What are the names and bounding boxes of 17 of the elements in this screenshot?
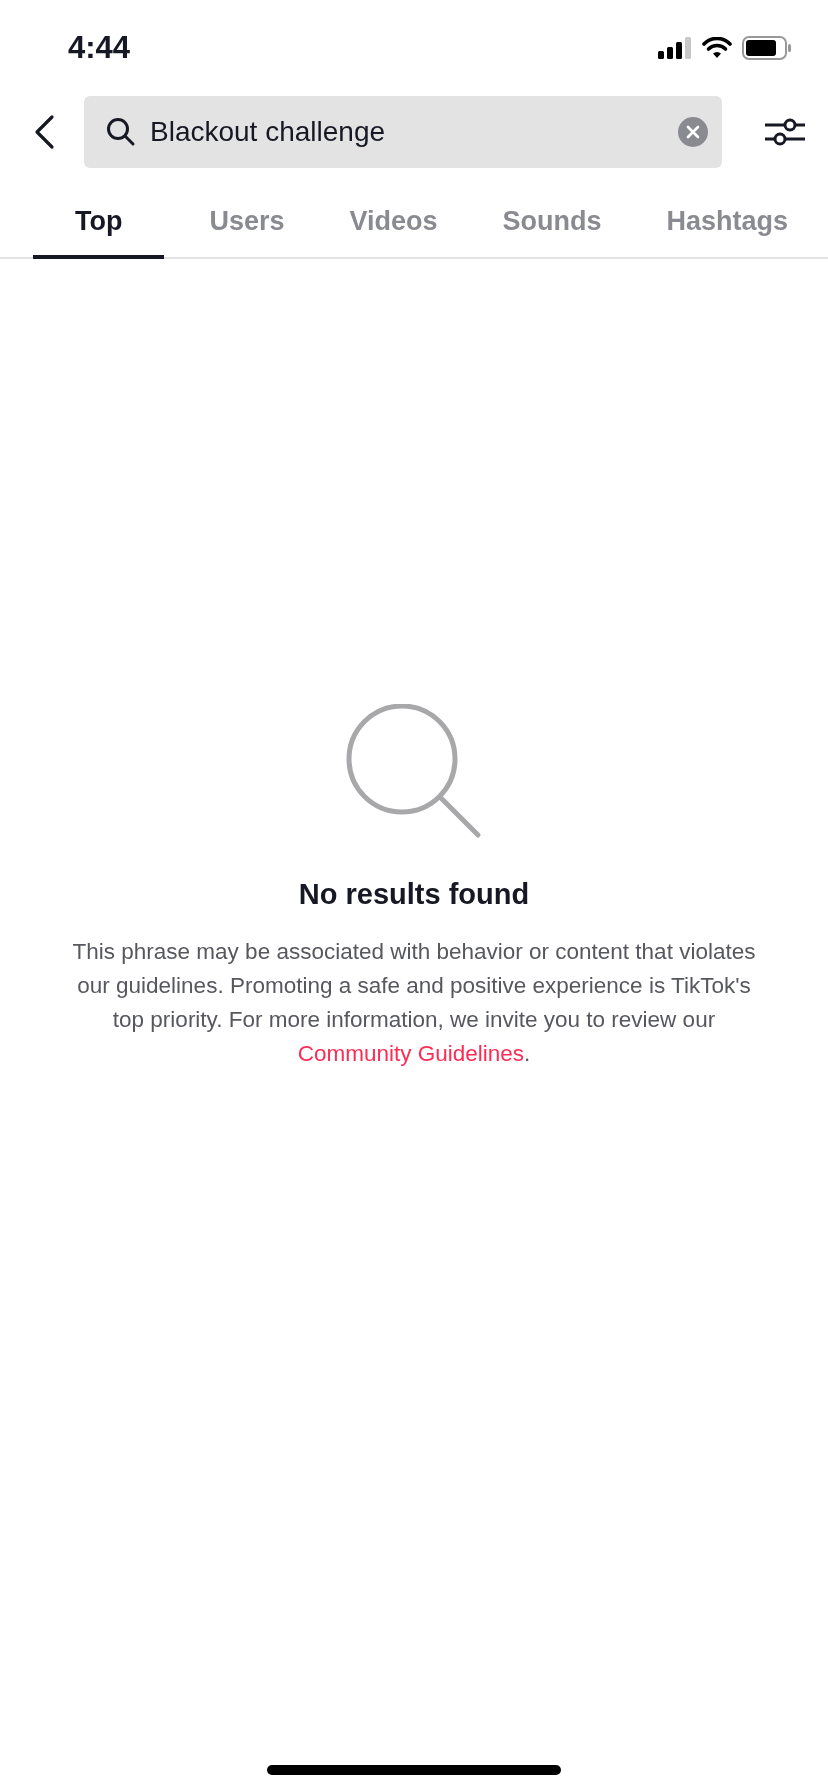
status-time: 4:44 (68, 30, 131, 66)
empty-message: This phrase may be associated with behavior or content that violates our guidelines. Promoting a safe and positive experience is TikTok's top priority. For more information, we invite you to review our Community Guidelines. (71, 938, 757, 1068)
tab[interactable]: Top (33, 192, 165, 259)
search-query: Blackout challenge (150, 116, 386, 148)
guidelines-link[interactable]: Community Guidelines (297, 1041, 525, 1066)
clear-button[interactable] (678, 117, 708, 147)
tab[interactable]: Sounds (482, 192, 622, 259)
tab[interactable]: Users (189, 192, 305, 259)
tab[interactable]: Hashtags (646, 192, 808, 259)
battery-icon (742, 36, 792, 60)
tab[interactable]: Videos (329, 192, 458, 259)
search-field[interactable]: Blackout challenge (84, 96, 722, 168)
search-icon (106, 117, 136, 147)
empty-title: No results found (298, 878, 530, 911)
signal-icon (658, 37, 692, 59)
wifi-icon (702, 37, 732, 59)
search-icon (346, 704, 482, 840)
